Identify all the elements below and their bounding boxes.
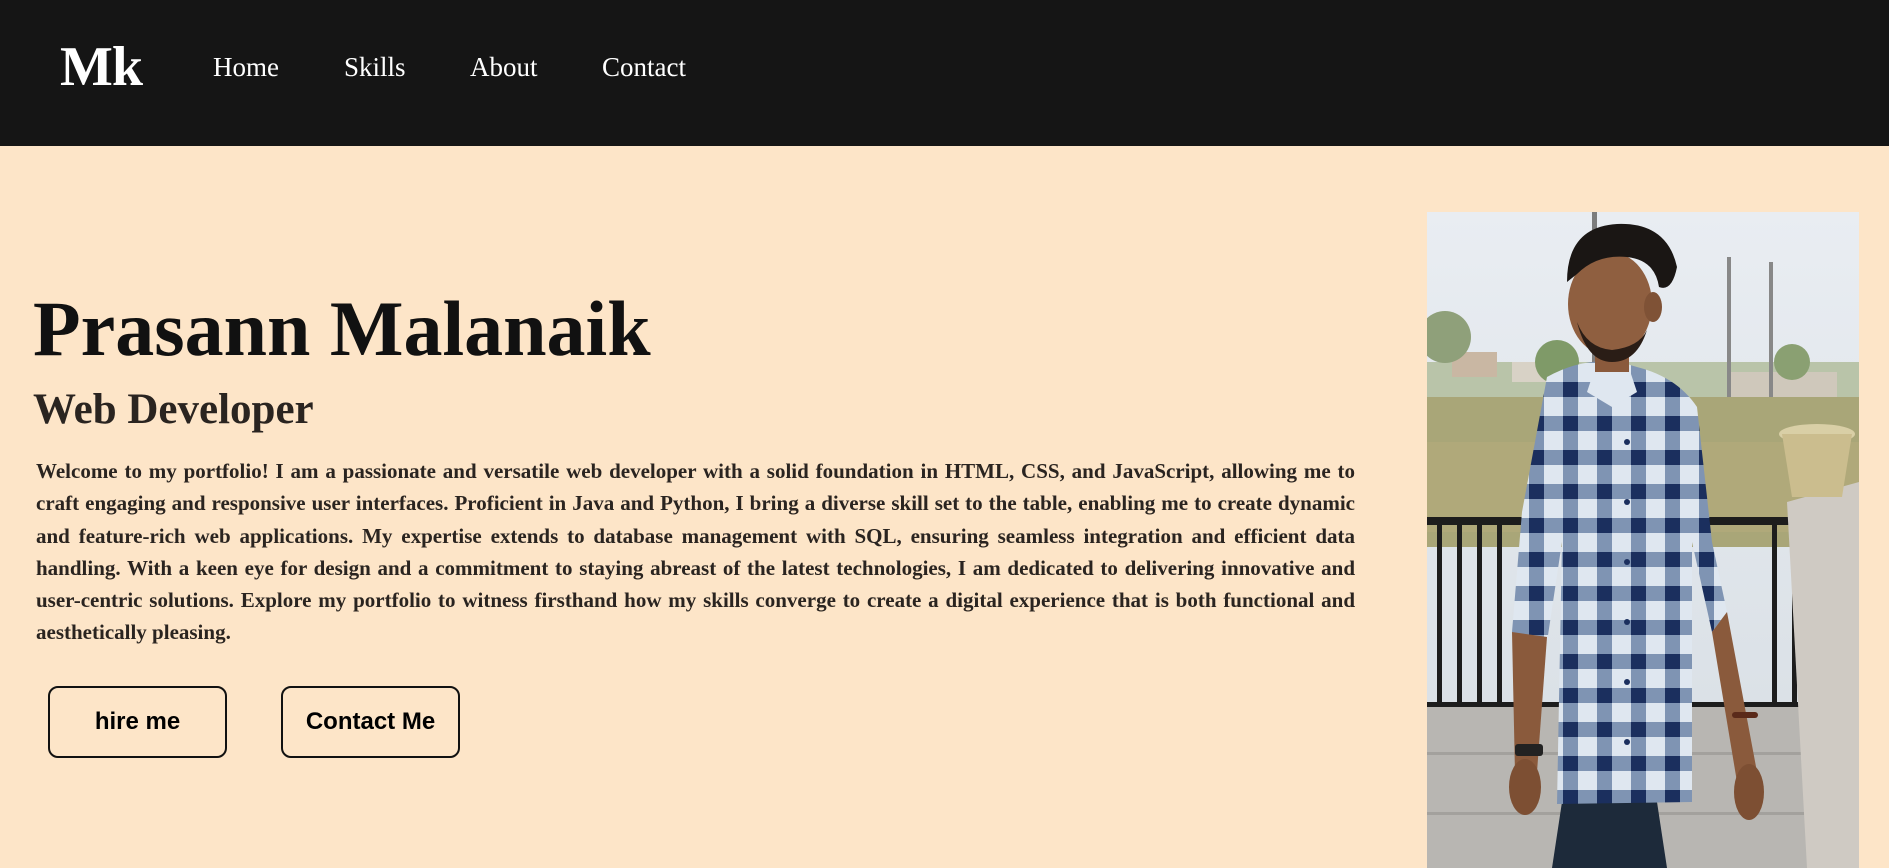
hero-name: Prasann Malanaik [33,285,651,372]
hero-bio: Welcome to my portfolio! I am a passiona… [36,459,1355,645]
hire-me-button[interactable]: hire me [48,686,227,758]
nav-link-home[interactable]: Home [213,50,279,84]
nav-link-about[interactable]: About [470,50,538,84]
nav-link-contact[interactable]: Contact [602,50,686,84]
top-navbar: Mk Home Skills About Contact [0,0,1889,146]
contact-me-button[interactable]: Contact Me [281,686,460,758]
profile-photo [1427,212,1859,868]
nav-link-skills[interactable]: Skills [344,50,406,84]
site-logo[interactable]: Mk [60,34,143,100]
hero-role: Web Developer [33,386,314,433]
